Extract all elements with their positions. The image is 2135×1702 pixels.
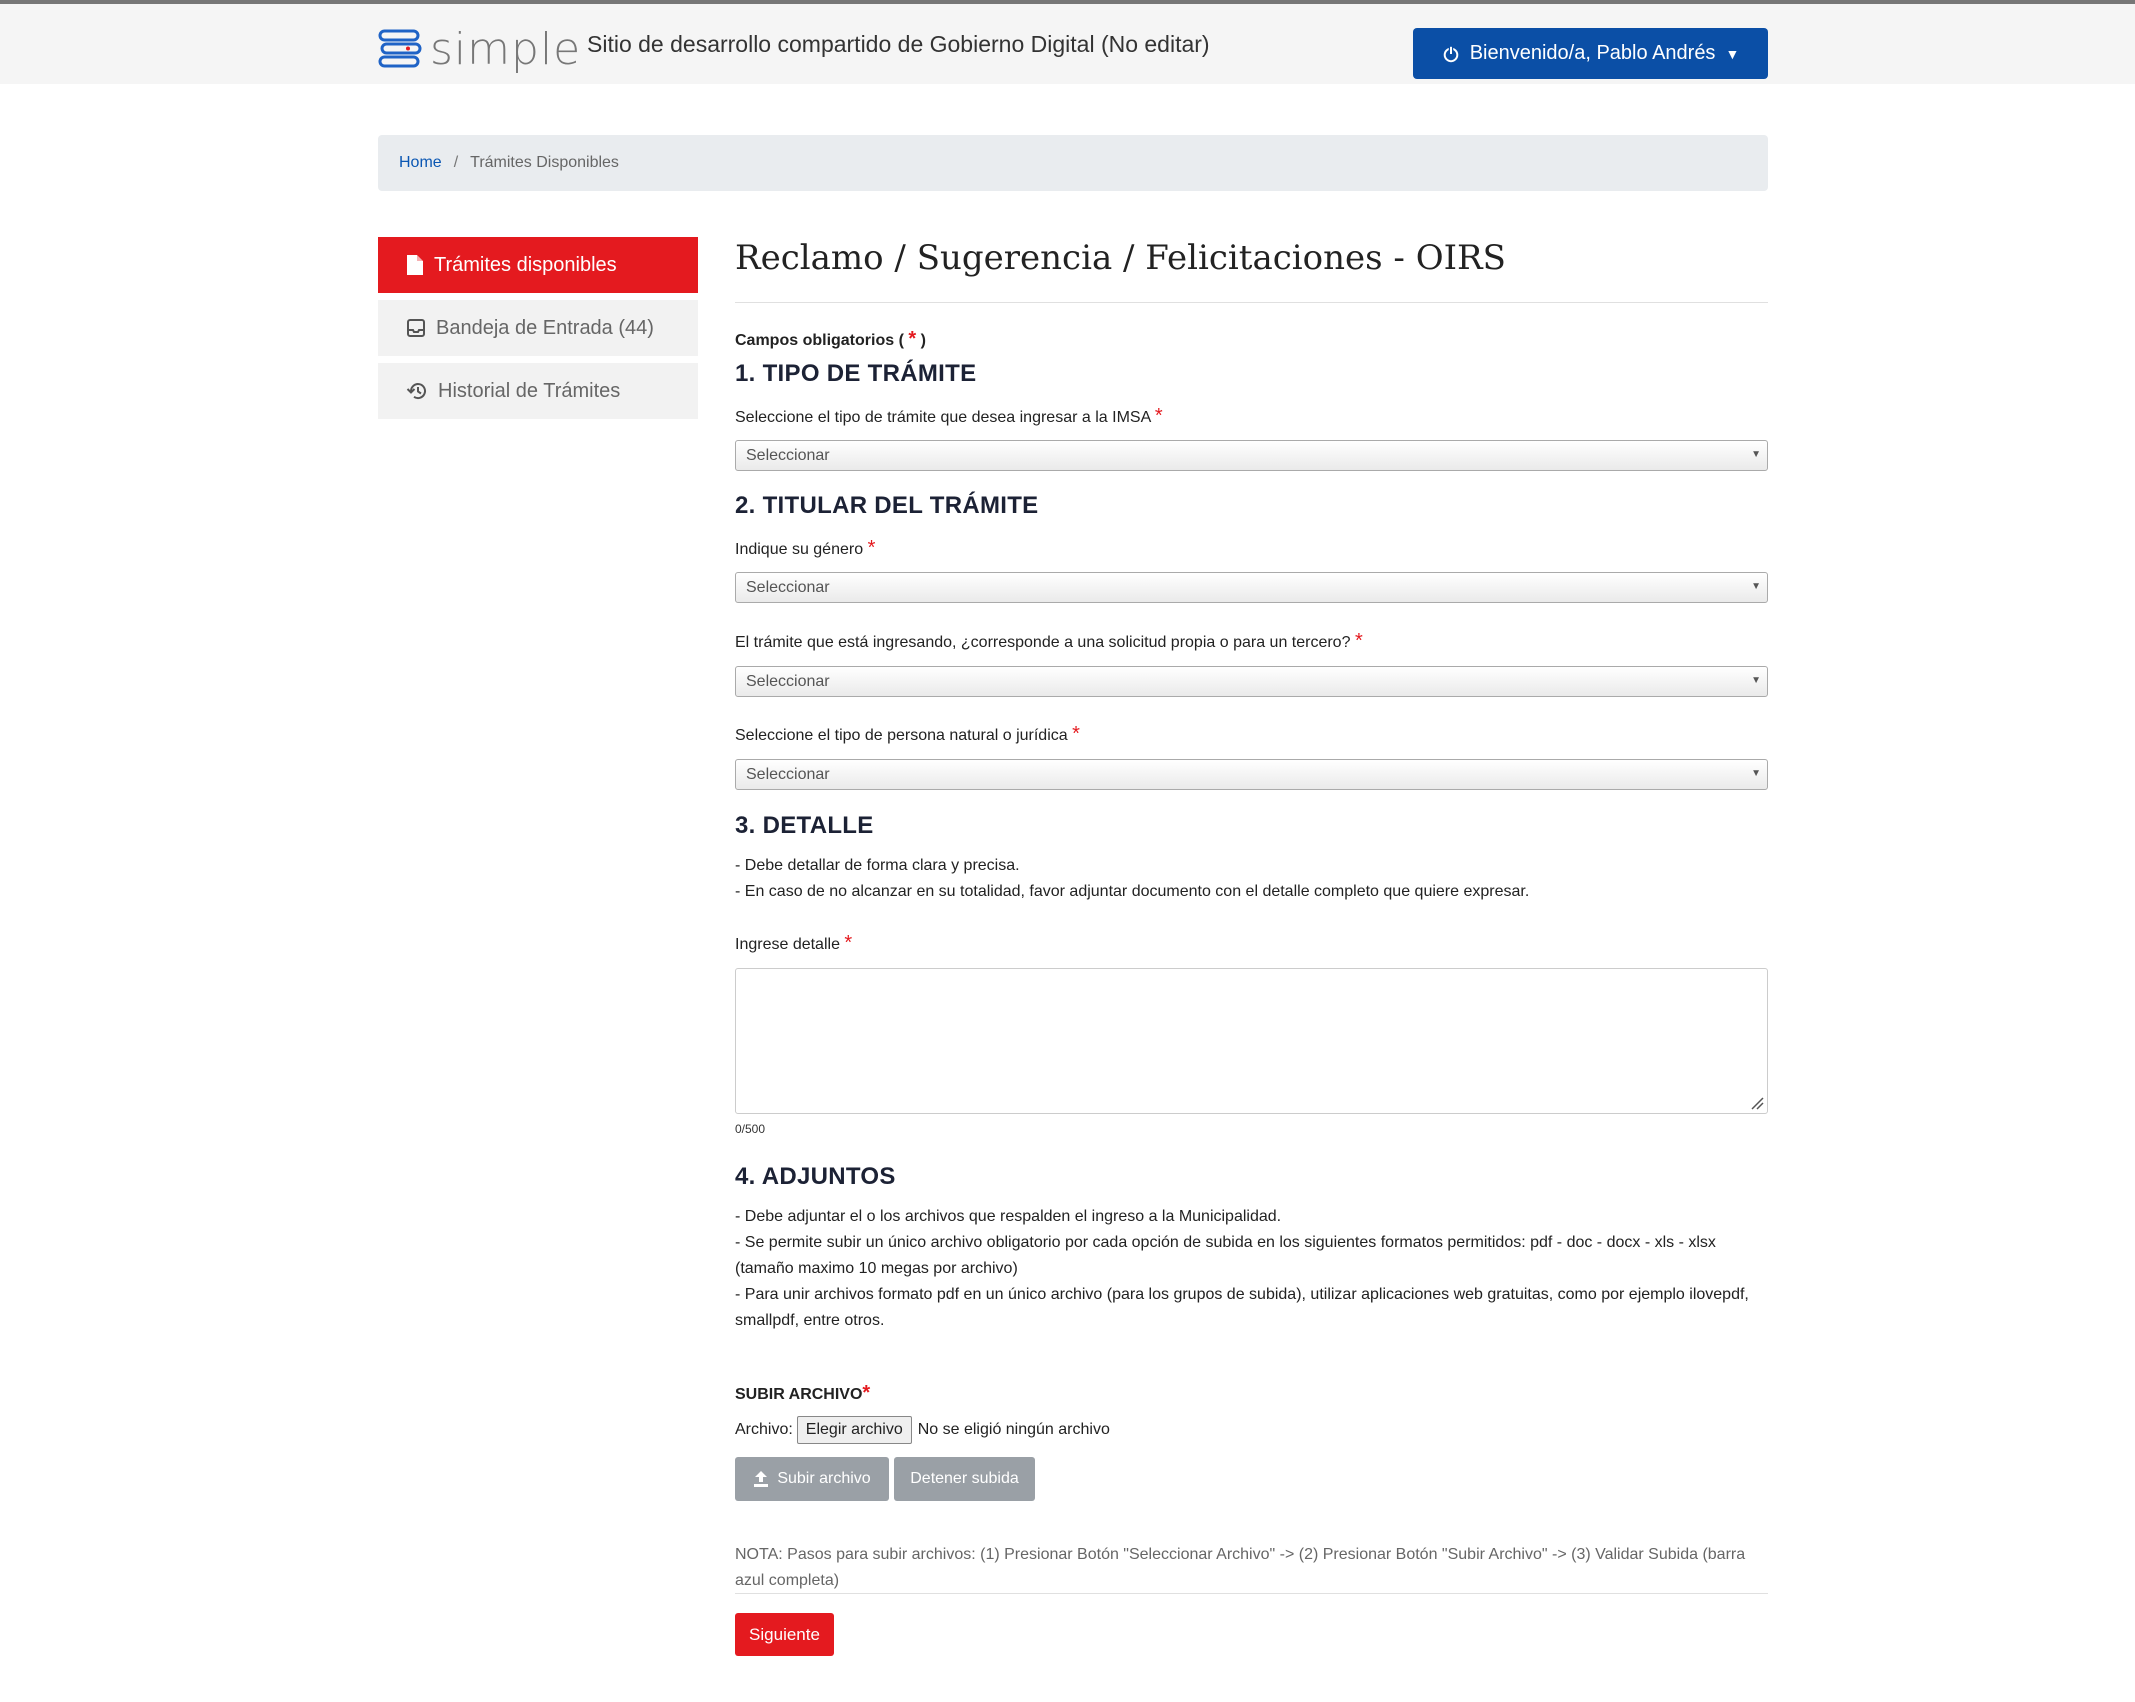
persona-select[interactable]: Seleccionar ▼ [735, 759, 1768, 790]
description-line: - En caso de no alcanzar en su totalidad… [735, 883, 1530, 900]
required-note-prefix: Campos obligatorios ( [735, 332, 904, 349]
required-star: * [1354, 630, 1363, 652]
section-heading-detalle: 3. DETALLE [735, 812, 874, 839]
inbox-icon [407, 319, 425, 337]
sidebar-item-tramites-disponibles[interactable]: Trámites disponibles [378, 237, 698, 293]
description-line: - Se permite subir un único archivo obli… [735, 1234, 1716, 1277]
label-text: Ingrese detalle [735, 936, 840, 953]
document-icon [407, 255, 423, 275]
logo-text: simple [430, 23, 582, 75]
description-line: - Debe adjuntar el o los archivos que re… [735, 1208, 1282, 1225]
tipo-tramite-label: Seleccione el tipo de trámite que desea … [735, 405, 1163, 428]
stop-upload-button[interactable]: Detener subida [894, 1457, 1035, 1501]
user-menu-button[interactable]: Bienvenido/a, Pablo Andrés ▼ [1413, 28, 1768, 79]
solicitud-select[interactable]: Seleccionar ▼ [735, 666, 1768, 697]
user-menu-label: Bienvenido/a, Pablo Andrés [1469, 42, 1716, 64]
section-heading-adjuntos: 4. ADJUNTOS [735, 1163, 896, 1190]
required-star: * [908, 328, 917, 350]
file-input-row: Archivo: Elegir archivo No se eligió nin… [735, 1416, 1110, 1444]
dropdown-arrow-icon: ▼ [1751, 449, 1761, 460]
breadcrumb-current: Trámites Disponibles [470, 154, 619, 171]
adjuntos-description: - Debe adjuntar el o los archivos que re… [735, 1204, 1768, 1334]
file-status: No se eligió ningún archivo [917, 1421, 1110, 1438]
breadcrumb-home-link[interactable]: Home [399, 154, 442, 172]
detalle-label: Ingrese detalle * [735, 932, 852, 955]
label-text: Seleccione el tipo de persona natural o … [735, 727, 1068, 744]
choose-file-button[interactable]: Elegir archivo [796, 1416, 912, 1444]
sidebar-item-label: Trámites disponibles [434, 253, 617, 276]
detalle-textarea[interactable] [735, 968, 1768, 1114]
tipo-tramite-select[interactable]: Seleccionar ▼ [735, 440, 1768, 471]
section-heading-titular: 2. TITULAR DEL TRÁMITE [735, 492, 1039, 519]
logo[interactable]: simple [378, 23, 582, 75]
select-placeholder: Seleccionar [746, 578, 830, 596]
upload-button-label: Subir archivo [777, 1470, 871, 1487]
select-placeholder: Seleccionar [746, 446, 830, 464]
upload-note: NOTA: Pasos para subir archivos: (1) Pre… [735, 1546, 1746, 1589]
breadcrumb: Home / Trámites Disponibles [378, 135, 1768, 191]
required-fields-note: Campos obligatorios ( * ) [735, 328, 926, 351]
caret-down-icon: ▼ [1725, 45, 1740, 62]
header: simple Sitio de desarrollo compartido de… [0, 4, 2135, 84]
upload-label-text: SUBIR ARCHIVO [735, 1386, 863, 1403]
detalle-description: - Debe detallar de forma clara y precisa… [735, 853, 1768, 905]
file-label: Archivo: [735, 1421, 793, 1438]
title-divider [735, 302, 1768, 303]
history-icon [406, 383, 426, 400]
genero-label: Indique su género * [735, 537, 875, 560]
required-star: * [1072, 723, 1080, 745]
sidebar-item-historial-tramites[interactable]: Historial de Trámites [378, 363, 698, 419]
dropdown-arrow-icon: ▼ [1751, 675, 1761, 686]
site-title: Sitio de desarrollo compartido de Gobier… [587, 31, 1210, 57]
dropdown-arrow-icon: ▼ [1751, 581, 1761, 592]
required-star: * [844, 932, 853, 954]
select-placeholder: Seleccionar [746, 672, 830, 690]
description-line: - Para unir archivos formato pdf en un ú… [735, 1286, 1749, 1329]
section-heading-tipo-tramite: 1. TIPO DE TRÁMITE [735, 360, 977, 387]
simple-logo-icon [378, 29, 422, 68]
label-text: El trámite que está ingresando, ¿corresp… [735, 634, 1351, 651]
required-note-suffix: ) [920, 332, 926, 349]
sidebar-item-bandeja-entrada[interactable]: Bandeja de Entrada (44) [378, 300, 698, 356]
select-placeholder: Seleccionar [746, 765, 830, 783]
required-star: * [1154, 405, 1163, 427]
required-star: * [862, 1382, 871, 1404]
required-star: * [867, 537, 876, 559]
persona-label: Seleccione el tipo de persona natural o … [735, 723, 1080, 746]
upload-icon [754, 1471, 769, 1487]
description-line: - Debe detallar de forma clara y precisa… [735, 857, 1020, 874]
dropdown-arrow-icon: ▼ [1751, 768, 1761, 779]
sidebar-item-label: Historial de Trámites [438, 379, 621, 402]
next-button[interactable]: Siguiente [735, 1613, 834, 1656]
upload-file-button[interactable]: Subir archivo [735, 1457, 889, 1501]
power-icon [1443, 46, 1458, 62]
breadcrumb-separator: / [453, 154, 459, 171]
solicitud-label: El trámite que está ingresando, ¿corresp… [735, 630, 1363, 653]
label-text: Indique su género [735, 541, 864, 558]
resize-handle-icon[interactable] [1748, 1094, 1764, 1110]
genero-select[interactable]: Seleccionar ▼ [735, 572, 1768, 603]
sidebar-item-label: Bandeja de Entrada (44) [436, 316, 654, 339]
label-text: Seleccione el tipo de trámite que desea … [735, 409, 1151, 426]
upload-label: SUBIR ARCHIVO* [735, 1382, 870, 1405]
bottom-divider [735, 1593, 1768, 1594]
page-title: Reclamo / Sugerencia / Felicitaciones - … [735, 238, 1506, 278]
character-counter: 0/500 [735, 1122, 766, 1136]
